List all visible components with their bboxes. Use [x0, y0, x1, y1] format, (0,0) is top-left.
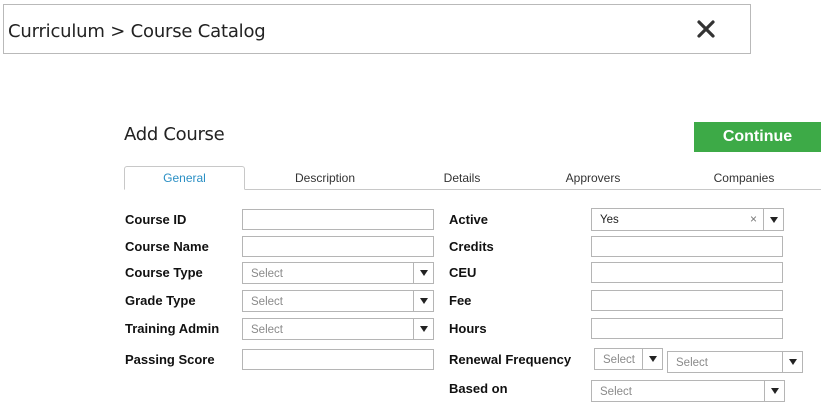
chevron-down-icon	[419, 270, 428, 276]
training-admin-select-value: Select	[251, 324, 283, 336]
dropdown-toggle[interactable]	[642, 349, 662, 369]
breadcrumb: Curriculum > Course Catalog	[8, 21, 266, 42]
grade-type-select[interactable]: Select	[242, 290, 434, 312]
based-on-label: Based on	[449, 381, 508, 396]
chevron-down-icon	[419, 326, 428, 332]
hours-label: Hours	[449, 321, 487, 336]
grade-type-label: Grade Type	[125, 293, 196, 308]
active-select[interactable]: Yes ×	[591, 208, 784, 231]
credits-label: Credits	[449, 239, 494, 254]
clear-icon[interactable]: ×	[750, 212, 757, 226]
chevron-down-icon	[788, 359, 797, 365]
dropdown-toggle[interactable]	[413, 319, 433, 339]
tab-details[interactable]: Details	[412, 166, 512, 190]
fee-input[interactable]	[591, 290, 783, 311]
renewal-frequency-unit-select[interactable]: Select	[667, 351, 803, 373]
renewal-frequency-number-value: Select	[603, 354, 635, 366]
page-title: Add Course	[124, 124, 225, 145]
ceu-label: CEU	[449, 265, 477, 280]
training-admin-select[interactable]: Select	[242, 318, 434, 340]
header-bar: Curriculum > Course Catalog	[3, 4, 751, 54]
ceu-input[interactable]	[591, 262, 783, 283]
chevron-down-icon	[648, 356, 657, 362]
renewal-frequency-label: Renewal Frequency	[449, 352, 572, 367]
chevron-down-icon	[770, 388, 779, 394]
course-name-input[interactable]	[242, 236, 434, 257]
tab-companies[interactable]: Companies	[694, 166, 794, 190]
tab-description[interactable]: Description	[265, 166, 385, 190]
continue-button[interactable]: Continue	[694, 122, 821, 152]
fee-label: Fee	[449, 293, 472, 308]
grade-type-select-value: Select	[251, 296, 283, 308]
course-type-label: Course Type	[125, 265, 203, 280]
passing-score-label: Passing Score	[125, 352, 215, 367]
dropdown-toggle[interactable]	[764, 381, 784, 401]
based-on-select-value: Select	[600, 386, 632, 398]
hours-input[interactable]	[591, 318, 783, 339]
course-type-select[interactable]: Select	[242, 262, 434, 284]
tab-approvers[interactable]: Approvers	[543, 166, 643, 190]
dropdown-toggle[interactable]	[413, 263, 433, 283]
chevron-down-icon	[419, 298, 428, 304]
active-label: Active	[449, 212, 489, 227]
course-id-label: Course ID	[125, 212, 187, 227]
tab-general[interactable]: General	[124, 166, 245, 190]
based-on-select[interactable]: Select	[591, 380, 785, 402]
dropdown-toggle[interactable]	[413, 291, 433, 311]
close-button[interactable]	[694, 17, 718, 41]
dropdown-toggle[interactable]	[782, 352, 802, 372]
passing-score-input[interactable]	[242, 349, 434, 370]
course-id-input[interactable]	[242, 209, 434, 230]
chevron-down-icon	[769, 216, 778, 223]
renewal-frequency-unit-value: Select	[676, 357, 708, 369]
course-type-select-value: Select	[251, 268, 283, 280]
renewal-frequency-number-select[interactable]: Select	[594, 348, 663, 370]
credits-input[interactable]	[591, 236, 783, 257]
active-select-value: Yes	[600, 214, 619, 226]
course-name-label: Course Name	[125, 239, 209, 254]
training-admin-label: Training Admin	[125, 321, 220, 336]
close-icon	[697, 20, 715, 38]
dropdown-toggle[interactable]	[763, 209, 783, 230]
